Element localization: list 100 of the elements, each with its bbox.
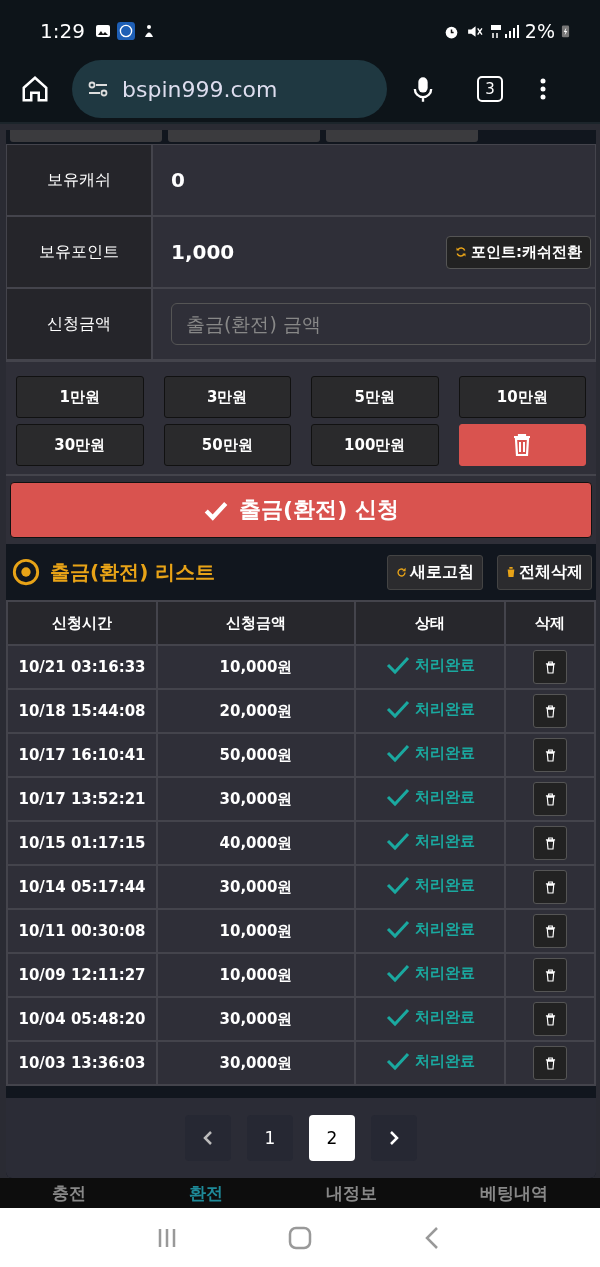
app-icon	[116, 22, 135, 41]
trash-icon	[544, 748, 556, 762]
trash-icon	[544, 792, 556, 806]
check-icon	[385, 655, 411, 676]
table-cell: 40,000원	[157, 821, 355, 866]
field-label: 보유포인트	[7, 217, 153, 290]
table-cell: 30,000원	[157, 997, 355, 1042]
status-label: 처리완료	[385, 699, 475, 720]
trash-icon	[544, 968, 556, 982]
amount-input[interactable]: 출금(환전) 금액	[171, 303, 591, 346]
amount-button[interactable]: 30만원	[16, 424, 144, 467]
trash-icon	[544, 836, 556, 850]
url-text: bspin999.com	[122, 76, 278, 102]
check-icon	[385, 831, 411, 852]
status-label: 처리완료	[385, 1007, 475, 1028]
table-cell: 10/03 13:36:03	[7, 1041, 157, 1086]
status-label: 처리완료	[385, 831, 475, 852]
status-label: 처리완료	[385, 919, 475, 940]
check-icon	[385, 787, 411, 808]
field-value: 1,000	[171, 240, 236, 265]
trash-icon	[544, 1056, 556, 1070]
table-cell: 10/17 13:52:21	[7, 777, 157, 822]
home-button-icon[interactable]	[288, 1225, 312, 1250]
check-icon	[385, 963, 411, 984]
delete-button[interactable]	[533, 958, 567, 993]
delete-button[interactable]	[533, 870, 567, 905]
delete-all-button[interactable]: 전체삭제	[497, 554, 592, 590]
table-cell: 30,000원	[157, 1041, 355, 1086]
column-header: 삭제	[505, 601, 595, 646]
convert-button[interactable]: 포인트:캐쉬전환	[446, 235, 591, 269]
amount-button[interactable]: 50만원	[163, 424, 291, 467]
amount-button[interactable]: 3만원	[163, 376, 291, 419]
refresh-icon	[396, 566, 407, 578]
clear-button[interactable]	[458, 424, 586, 467]
amount-button[interactable]: 10만원	[458, 376, 586, 419]
home-icon[interactable]	[20, 74, 50, 105]
trash-icon	[544, 880, 556, 894]
table-cell: 10/04 05:48:20	[7, 997, 157, 1042]
column-header: 상태	[355, 601, 505, 646]
delete-button[interactable]	[533, 1046, 567, 1081]
list-title: 출금(환전) 리스트	[50, 558, 216, 586]
check-icon	[385, 699, 411, 720]
check-icon	[385, 919, 411, 940]
table-cell: 50,000원	[157, 733, 355, 778]
status-label: 처리완료	[385, 1051, 475, 1072]
nav-tab[interactable]: 환전	[188, 1181, 223, 1205]
tab-count-button[interactable]: 3	[477, 76, 503, 103]
delete-button[interactable]	[533, 738, 567, 773]
delete-button[interactable]	[533, 650, 567, 685]
table-cell: 10/18 15:44:08	[7, 689, 157, 734]
column-header: 신청시간	[7, 601, 157, 646]
image-icon	[94, 23, 111, 40]
status-label: 처리완료	[385, 743, 475, 764]
next-page-button[interactable]	[371, 1115, 417, 1162]
page-button[interactable]: 1	[247, 1115, 293, 1162]
status-label: 처리완료	[385, 655, 475, 676]
battery-icon	[561, 23, 570, 40]
nav-tab[interactable]: 베팅내역	[480, 1181, 549, 1205]
field-label: 신청금액	[7, 289, 153, 362]
trash-icon	[544, 704, 556, 718]
field-label: 보유캐쉬	[7, 145, 153, 218]
column-header: 신청금액	[157, 601, 355, 646]
table-cell: 10/14 05:17:44	[7, 865, 157, 910]
check-icon	[385, 743, 411, 764]
trash-icon	[544, 924, 556, 938]
table-cell: 10/21 03:16:33	[7, 645, 157, 690]
trash-icon	[512, 433, 533, 458]
status-label: 처리완료	[385, 875, 475, 896]
delete-button[interactable]	[533, 694, 567, 729]
trash-icon	[544, 660, 556, 674]
table-cell: 10,000원	[157, 953, 355, 998]
table-cell: 10/11 00:30:08	[7, 909, 157, 954]
status-label: 처리완료	[385, 787, 475, 808]
trash-icon	[544, 1012, 556, 1026]
submit-button[interactable]: 출금(환전) 신청	[10, 482, 592, 539]
amount-button[interactable]: 1만원	[16, 376, 144, 419]
target-icon	[12, 558, 40, 587]
amount-button[interactable]: 100만원	[311, 424, 439, 467]
table-cell: 10,000원	[157, 909, 355, 954]
chevron-left-icon	[203, 1130, 213, 1147]
table-cell: 20,000원	[157, 689, 355, 734]
check-icon	[385, 1051, 411, 1072]
table-cell: 30,000원	[157, 777, 355, 822]
delete-button[interactable]	[533, 1002, 567, 1037]
delete-button[interactable]	[533, 914, 567, 949]
check-icon	[385, 875, 411, 896]
signal-icon	[488, 23, 519, 40]
nav-tab[interactable]: 내정보	[326, 1181, 378, 1205]
delete-button[interactable]	[533, 782, 567, 817]
page-button[interactable]: 2	[309, 1115, 355, 1162]
refresh-button[interactable]: 새로고침	[387, 554, 483, 590]
delete-button[interactable]	[533, 826, 567, 861]
address-bar[interactable]: bspin999.com	[72, 60, 387, 119]
check-icon	[385, 1007, 411, 1028]
table-cell: 10/09 12:11:27	[7, 953, 157, 998]
trash-icon	[506, 566, 516, 579]
amount-button[interactable]: 5만원	[311, 376, 439, 419]
status-label: 처리완료	[385, 963, 475, 984]
nav-tab[interactable]: 충전	[51, 1181, 86, 1205]
refresh-icon	[455, 246, 467, 259]
